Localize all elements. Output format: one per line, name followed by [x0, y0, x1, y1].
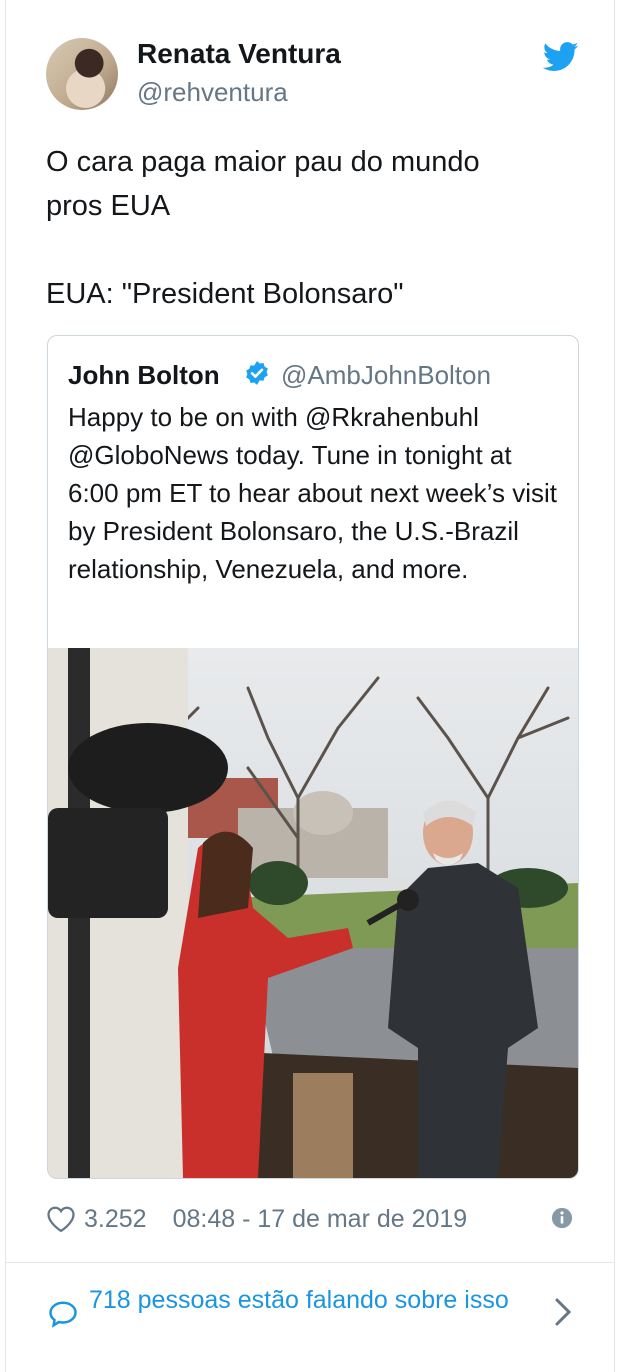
quoted-author-handle: @AmbJohnBolton	[281, 360, 491, 390]
like-count[interactable]: 3.252	[84, 1205, 147, 1234]
conversation-link[interactable]: 718 pessoas estão falando sobre isso	[46, 1281, 586, 1351]
tweet-meta: 3.252 08:48 - 17 de mar de 2019	[46, 1201, 467, 1237]
conversation-text: 718 pessoas estão falando sobre isso	[89, 1286, 509, 1314]
tweet-text: O cara paga maior pau do mundo pros EUA …	[46, 146, 480, 310]
quoted-author-name: John Bolton	[68, 360, 220, 390]
chevron-right-icon	[555, 1298, 572, 1326]
author-avatar[interactable]	[46, 38, 118, 110]
heart-icon[interactable]	[46, 1205, 76, 1233]
author-handle[interactable]: @rehventura	[137, 77, 288, 108]
quoted-tweet[interactable]: John Bolton @AmbJohnBolton Happy to be o…	[47, 335, 579, 1179]
speech-bubble-icon	[49, 1301, 77, 1328]
divider	[5, 1262, 615, 1263]
twitter-bird-icon[interactable]	[543, 42, 579, 72]
quoted-tweet-text: Happy to be on with @Rkrahenbuhl @GloboN…	[68, 402, 557, 584]
tweet-timestamp[interactable]: 08:48 - 17 de mar de 2019	[173, 1205, 468, 1234]
verified-badge-icon	[246, 361, 268, 385]
info-icon[interactable]	[551, 1207, 573, 1229]
quoted-tweet-photo[interactable]	[48, 648, 578, 1178]
author-name[interactable]: Renata Ventura	[137, 38, 341, 70]
